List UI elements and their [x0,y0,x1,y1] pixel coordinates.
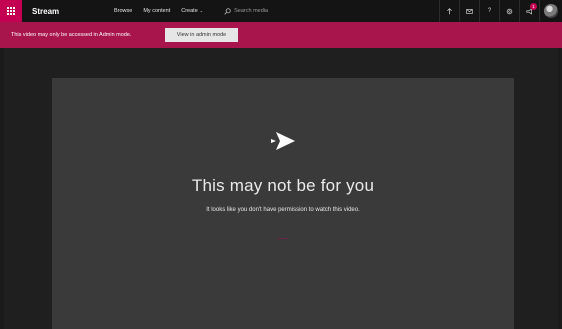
view-in-admin-mode-button[interactable]: View in admin mode [165,28,238,42]
top-bar: Stream Browse My content Create⌄ ? [0,0,562,22]
app-title[interactable]: Stream [32,7,102,16]
upload-icon [447,7,452,14]
search-icon [224,7,231,15]
page-title: This may not be for you [191,176,375,195]
chevron-down-icon: ⌄ [199,8,204,13]
banner-message: This video may only be accessed in Admin… [11,32,132,38]
account-button[interactable] [539,0,562,22]
notifications-button[interactable]: 1 [519,0,539,22]
nav-my-content[interactable]: My content [143,8,170,14]
avatar [544,4,558,18]
nav-create-label: Create [181,8,198,14]
admin-mode-banner: This video may only be accessed in Admin… [0,22,562,48]
settings-icon [506,8,513,14]
header-actions: ? 1 [439,0,562,22]
upload-button[interactable] [439,0,459,22]
search-box[interactable] [224,7,325,15]
request-access-link[interactable]: ____ [271,234,295,240]
nav-create[interactable]: Create ⌄ [181,8,203,14]
waffle-icon [7,7,15,15]
messages-button[interactable] [459,0,479,22]
nav-browse[interactable]: Browse [114,8,132,14]
stream-logo-icon [271,132,295,150]
video-player-panel: This may not be for you It looks like yo… [52,78,514,329]
settings-button[interactable] [499,0,519,22]
app-launcher-button[interactable] [0,0,22,22]
main-nav: Browse My content Create ⌄ [114,8,214,14]
search-input[interactable] [234,8,325,14]
help-button[interactable]: ? [479,0,499,22]
help-icon: ? [487,8,492,14]
permission-message: It looks like you don't have permission … [206,207,360,213]
mail-icon [466,8,473,14]
notification-badge: 1 [530,3,537,10]
